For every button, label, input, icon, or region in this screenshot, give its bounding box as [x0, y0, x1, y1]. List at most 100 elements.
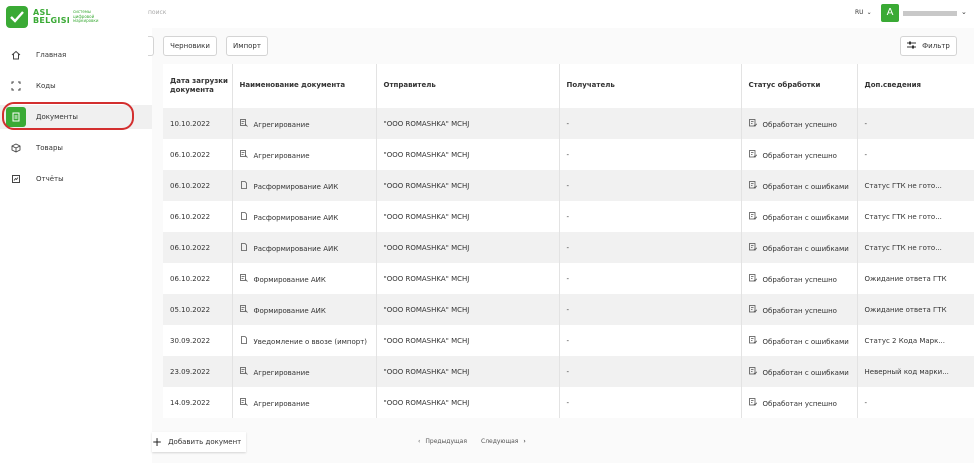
cell-info: - — [857, 108, 974, 139]
document-name[interactable]: Расформирование АИК — [254, 214, 339, 222]
table-row[interactable]: 06.10.2022 Расформирование АИК "ООО ROMASH… — [163, 201, 974, 232]
language-label: RU — [855, 9, 864, 16]
receiver-text: - — [566, 305, 570, 314]
receiver-text: - — [566, 398, 570, 407]
next-page-label: Следующая — [481, 438, 519, 445]
document-name[interactable]: Расформирование АИК — [254, 245, 339, 253]
date-text: 05.10.2022 — [170, 305, 211, 314]
next-page-button[interactable]: Следующая › — [481, 438, 526, 445]
date-text: 23.09.2022 — [170, 367, 211, 376]
main-content: Черновики Импорт Фильтр Дата загрузки до… — [148, 28, 974, 463]
previous-page-button[interactable]: ‹ Предыдущая — [418, 438, 467, 445]
aggregation-icon — [239, 366, 249, 377]
column-header-receiver[interactable]: Получатель — [559, 64, 742, 108]
sender-text: "ООО ROMASHKA" MCHJ — [383, 274, 470, 283]
import-button[interactable]: Импорт — [226, 36, 268, 56]
status-text: Обработан с ошибками — [762, 213, 849, 222]
cell-name[interactable]: Расформирование АИК — [232, 170, 377, 201]
cell-name[interactable]: Расформирование АИК — [232, 201, 377, 232]
cell-status: Обработан с ошибками — [741, 201, 858, 232]
table-row[interactable]: 23.09.2022 Агрегирование "ООО ROMASHKA" MC… — [163, 356, 974, 387]
table-row[interactable]: 30.09.2022 Уведомление о ввозе (импорт) "О… — [163, 325, 974, 356]
box-icon — [10, 142, 22, 154]
document-name[interactable]: Агрегирование — [254, 152, 310, 160]
status-text: Обработан успешно — [762, 399, 837, 408]
logo[interactable]: ASL BELGISI системы цифровой маркировки — [6, 6, 101, 28]
cell-sender: "ООО ROMASHKA" MCHJ — [376, 294, 560, 325]
cell-name[interactable]: Формирование АИК — [232, 294, 377, 325]
table-row[interactable]: 05.10.2022 Формирование АИК "ООО ROMASHKA"… — [163, 294, 974, 325]
cell-date: 06.10.2022 — [163, 201, 233, 232]
sidebar-item-goods[interactable]: Товары — [0, 136, 152, 160]
column-header-sender[interactable]: Отправитель — [376, 64, 560, 108]
breadcrumb[interactable]: поиск — [148, 9, 166, 16]
cell-sender: "ООО ROMASHKA" MCHJ — [376, 356, 560, 387]
filter-button[interactable]: Фильтр — [900, 36, 957, 56]
sender-text: "ООО ROMASHKA" MCHJ — [383, 212, 470, 221]
receiver-text: - — [566, 181, 570, 190]
sender-text: "ООО ROMASHKA" MCHJ — [383, 398, 470, 407]
cell-info: - — [857, 387, 974, 418]
document-name[interactable]: Агрегирование — [254, 400, 310, 408]
sidebar-item-codes[interactable]: Коды — [0, 74, 152, 98]
sidebar-item-home[interactable]: Главная — [0, 43, 152, 67]
language-switcher[interactable]: RU ⌄ — [855, 9, 872, 16]
cell-name[interactable]: Формирование АИК — [232, 263, 377, 294]
table-header-row: Дата загрузки документа Наименование док… — [163, 64, 974, 108]
info-text: - — [864, 119, 868, 128]
cell-status: Обработан успешно — [741, 387, 858, 418]
cell-name[interactable]: Расформирование АИК — [232, 232, 377, 263]
date-text: 06.10.2022 — [170, 243, 211, 252]
cell-info: Ожидание ответа ГТК — [857, 294, 974, 325]
cell-date: 23.09.2022 — [163, 356, 233, 387]
status-icon — [748, 211, 758, 222]
column-header-info[interactable]: Доп.сведения — [857, 64, 974, 108]
status-text: Обработан успешно — [762, 275, 837, 284]
chevron-down-icon: ⌄ — [866, 9, 872, 16]
receiver-text: - — [566, 212, 570, 221]
table-row[interactable]: 10.10.2022 Агрегирование "ООО ROMASHKA" MC… — [163, 108, 974, 139]
toolbar-edge-button[interactable] — [148, 36, 154, 56]
cell-sender: "ООО ROMASHKA" MCHJ — [376, 232, 560, 263]
cell-name[interactable]: Агрегирование — [232, 139, 377, 170]
table-row[interactable]: 06.10.2022 Агрегирование "ООО ROMASHKA" MC… — [163, 139, 974, 170]
logo-tagline: системы цифровой маркировки — [73, 9, 99, 24]
receiver-text: - — [566, 336, 570, 345]
info-text: Статус ГТК не гото... — [864, 181, 942, 190]
cell-name[interactable]: Агрегирование — [232, 356, 377, 387]
cell-info: Неверный код марки... — [857, 356, 974, 387]
table-row[interactable]: 06.10.2022 Расформирование АИК "ООО ROMASH… — [163, 170, 974, 201]
cell-name[interactable]: Агрегирование — [232, 387, 377, 418]
document-name[interactable]: Агрегирование — [254, 121, 310, 129]
column-header-name[interactable]: Наименование документа — [232, 64, 377, 108]
cell-receiver: - — [559, 263, 742, 294]
scan-icon — [10, 80, 22, 92]
column-header-status[interactable]: Статус обработки — [741, 64, 858, 108]
add-document-button[interactable]: + Добавить документ — [152, 432, 246, 452]
drafts-button[interactable]: Черновики — [163, 36, 217, 56]
document-name[interactable]: Агрегирование — [254, 369, 310, 377]
user-menu-chevron-icon[interactable]: ⌄ — [961, 8, 967, 16]
cell-receiver: - — [559, 201, 742, 232]
document-name[interactable]: Формирование АИК — [254, 276, 326, 284]
table-row[interactable]: 06.10.2022 Формирование АИК "ООО ROMASHKA"… — [163, 263, 974, 294]
cell-sender: "ООО ROMASHKA" MCHJ — [376, 170, 560, 201]
cell-receiver: - — [559, 232, 742, 263]
cell-receiver: - — [559, 356, 742, 387]
sidebar-item-reports[interactable]: Отчёты — [0, 167, 152, 191]
cell-name[interactable]: Уведомление о ввозе (импорт) — [232, 325, 377, 356]
avatar[interactable]: А — [881, 4, 899, 22]
receiver-text: - — [566, 367, 570, 376]
document-name[interactable]: Формирование АИК — [254, 307, 326, 315]
document-name[interactable]: Расформирование АИК — [254, 183, 339, 191]
cell-name[interactable]: Агрегирование — [232, 108, 377, 139]
cell-info: Статус ГТК не гото... — [857, 170, 974, 201]
cell-status: Обработан успешно — [741, 294, 858, 325]
status-text: Обработан с ошибками — [762, 244, 849, 253]
table-row[interactable]: 14.09.2022 Агрегирование "ООО ROMASHKA" MC… — [163, 387, 974, 418]
column-header-date[interactable]: Дата загрузки документа — [163, 64, 233, 108]
table-row[interactable]: 06.10.2022 Расформирование АИК "ООО ROMASH… — [163, 232, 974, 263]
user-name-redacted[interactable] — [903, 11, 957, 16]
sidebar-item-label: Товары — [36, 144, 63, 152]
document-name[interactable]: Уведомление о ввозе (импорт) — [254, 338, 368, 346]
